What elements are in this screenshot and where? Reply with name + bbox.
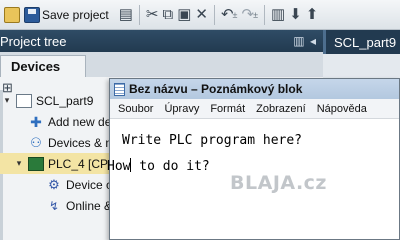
tab-scl-part9[interactable]: SCL_part9 <box>323 30 400 54</box>
pin-icon[interactable]: ▥ ◂ <box>293 34 317 48</box>
tree-item-label: Devices & n <box>48 135 113 150</box>
delete-icon: ✕ <box>195 6 208 23</box>
project-tree-header: Project tree ▥ ◂ <box>0 30 323 52</box>
download-button[interactable]: ⬇ <box>287 3 304 27</box>
copy-icon: ⧉ <box>162 6 174 23</box>
tree-tabs: Devices <box>0 52 323 77</box>
toolbar-separator <box>213 4 215 25</box>
tab-devices[interactable]: Devices <box>0 55 86 77</box>
main-toolbar: Save project ▤ ✂ ⧉ ▣ ✕ ↶ ± ↷ ± ▥ ⬇ ⬆ <box>0 0 400 30</box>
save-project-label: Save project <box>42 7 109 22</box>
menu-format[interactable]: Formát <box>210 103 245 115</box>
paste-icon: ▣ <box>177 6 192 23</box>
menu-soubor[interactable]: Soubor <box>118 103 153 115</box>
paste-button[interactable]: ▣ <box>175 3 193 27</box>
online-diagnostics-icon: ↯ <box>48 198 60 213</box>
cut-button[interactable]: ✂ <box>144 3 161 27</box>
project-tree-title: Project tree <box>0 33 67 49</box>
print-button[interactable]: ▤ <box>117 3 135 27</box>
upload-button[interactable]: ⬆ <box>304 3 321 27</box>
notepad-window: Bez názvu – Poznámkový blok Soubor Úprav… <box>107 78 400 240</box>
notepad-icon <box>114 82 125 96</box>
download-icon: ⬇ <box>289 6 302 23</box>
tree-item-label: Add new de <box>48 114 112 129</box>
notepad-title: Bez názvu – Poznámkový blok <box>129 82 303 96</box>
cut-icon: ✂ <box>145 6 159 23</box>
toolbar-separator <box>138 4 140 25</box>
delete-button[interactable]: ✕ <box>193 3 210 27</box>
compile-icon: ▥ <box>271 6 286 23</box>
save-icon <box>24 6 40 23</box>
text-segment: to do it? <box>131 159 210 174</box>
notepad-titlebar[interactable]: Bez názvu – Poznámkový blok <box>110 79 399 99</box>
add-device-icon: ✚ <box>30 113 42 130</box>
compile-button[interactable]: ▥ <box>269 3 287 27</box>
device-config-icon: ⚙ <box>48 176 60 192</box>
menu-upravy[interactable]: Úpravy <box>164 103 199 115</box>
project-doc-icon <box>16 93 32 108</box>
dropdown-arrow-icon: ± <box>232 9 238 20</box>
copy-button[interactable]: ⧉ <box>160 3 175 27</box>
collapse-arrow-icon[interactable]: ▾ <box>14 158 24 169</box>
collapse-arrow-icon[interactable]: ▾ <box>2 95 12 106</box>
text-line: How to do it? <box>107 158 210 174</box>
network-icon: ⚇ <box>30 134 42 150</box>
upload-icon: ⬆ <box>305 6 319 23</box>
save-project-button[interactable]: Save project <box>22 3 117 27</box>
notepad-menubar: Soubor Úpravy Formát Zobrazení Nápověda <box>110 99 399 119</box>
menu-zobrazeni[interactable]: Zobrazení <box>256 103 306 115</box>
tree-item-label: Online & <box>66 198 113 213</box>
tree-item-label: Device c <box>66 177 113 192</box>
menu-napoveda[interactable]: Nápověda <box>317 103 367 115</box>
toolbar-separator <box>264 4 266 25</box>
undo-button[interactable]: ↶ ± <box>219 3 240 27</box>
text-line: Write PLC program here? <box>122 133 303 148</box>
plc-icon <box>28 156 44 171</box>
folder-icon <box>4 6 20 23</box>
dropdown-arrow-icon: ± <box>253 9 259 20</box>
redo-button[interactable]: ↷ ± <box>239 3 260 27</box>
text-segment: How <box>107 159 131 174</box>
tree-item-label: SCL_part9 <box>36 93 94 108</box>
watermark: BLAJA.cz <box>230 172 327 194</box>
open-project-button[interactable] <box>2 3 22 27</box>
print-icon: ▤ <box>118 6 133 23</box>
